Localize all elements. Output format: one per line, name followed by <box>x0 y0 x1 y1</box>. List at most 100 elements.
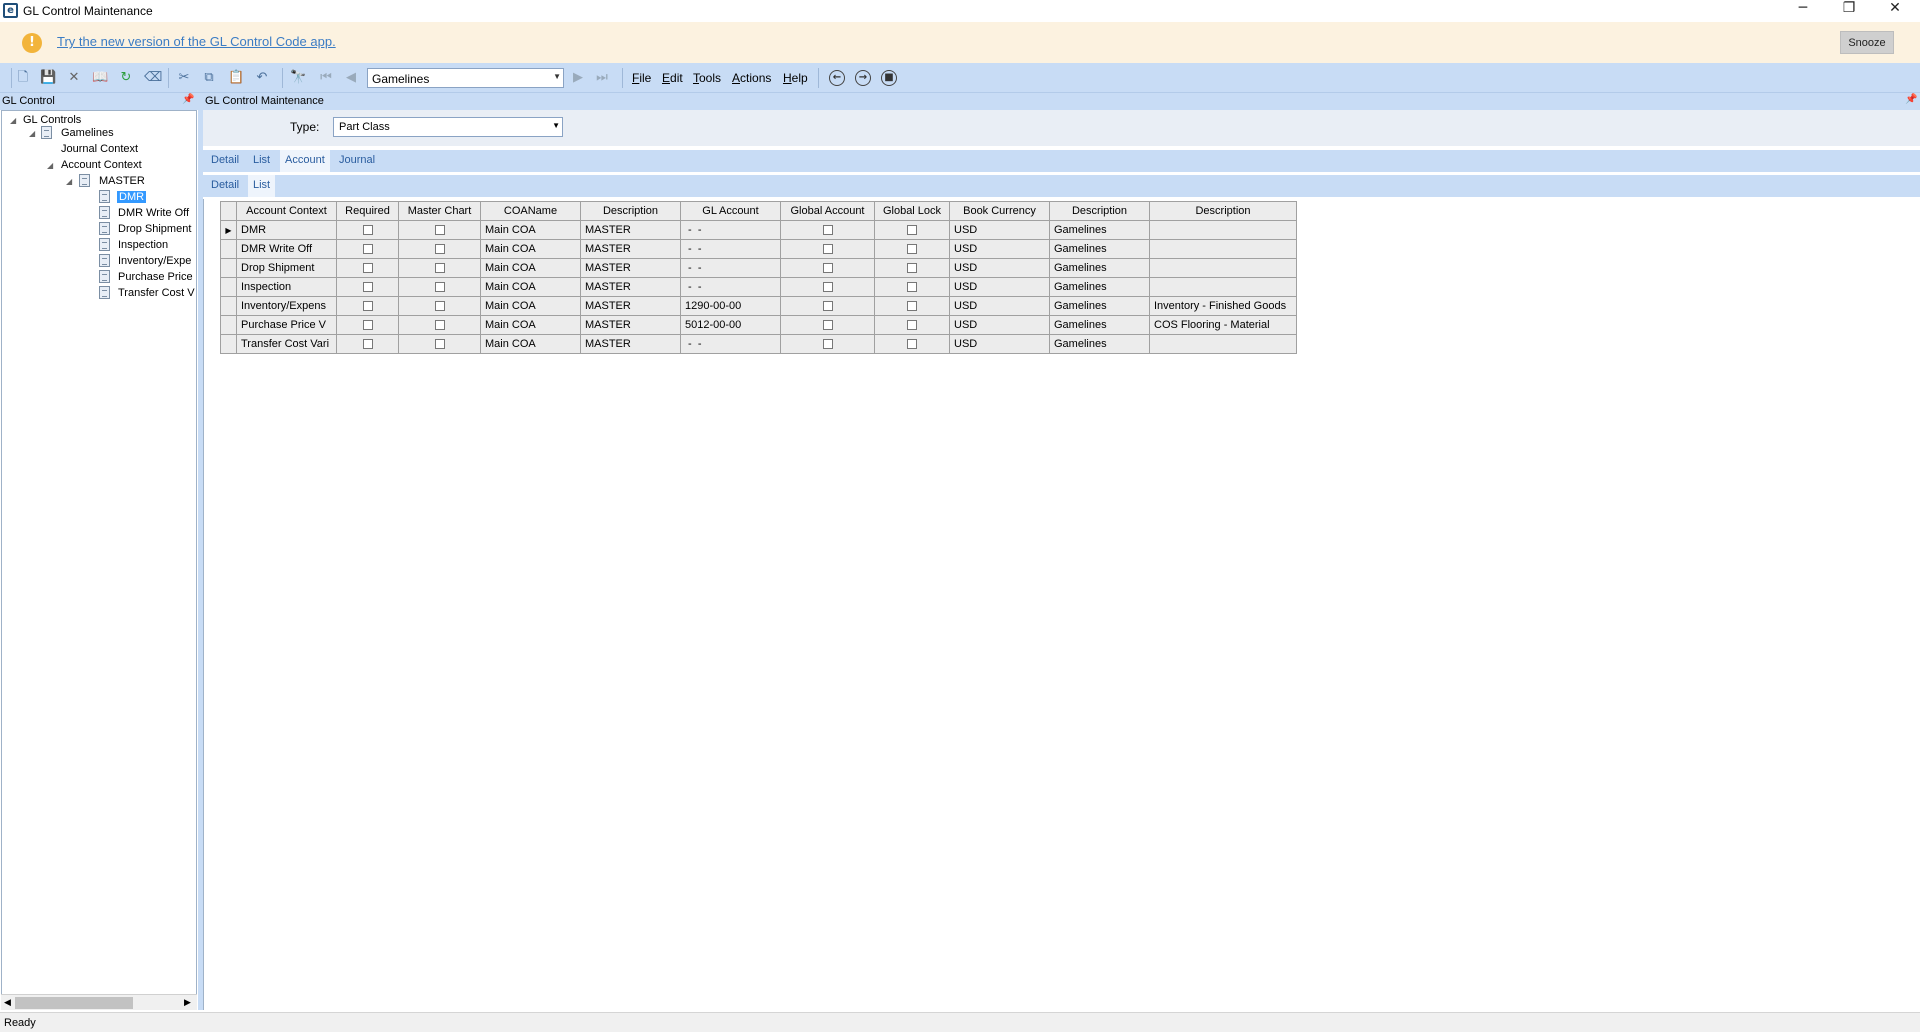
company-combo[interactable]: Gamelines ▼ <box>367 68 564 88</box>
cell-global-account[interactable] <box>780 334 875 354</box>
table-row[interactable]: DMR Write Off Main COA MASTER - - USD Ga… <box>220 239 1297 259</box>
menu-tools[interactable]: Tools <box>693 71 721 85</box>
cell-coaname[interactable]: Main COA <box>480 220 581 240</box>
subtab-list[interactable]: List <box>248 175 276 197</box>
global-account-checkbox[interactable] <box>822 225 833 236</box>
cell-required[interactable] <box>336 277 399 297</box>
cell-coaname[interactable]: Main COA <box>480 296 581 316</box>
forward-icon[interactable]: → <box>855 70 871 86</box>
cell-coaname[interactable]: Main COA <box>480 334 581 354</box>
global-lock-checkbox[interactable] <box>907 263 917 274</box>
cell-global-lock[interactable] <box>874 277 950 297</box>
cell-gl-account[interactable]: - - <box>680 239 781 259</box>
cell-coaname[interactable]: Main COA <box>480 315 581 335</box>
cell-global-lock[interactable] <box>874 258 950 278</box>
tree-node-transfer-cost[interactable]: Transfer Cost V <box>118 287 195 299</box>
cell-account-description[interactable]: COS Flooring - Material <box>1149 315 1297 335</box>
table-row[interactable]: Inventory/Expens Main COA MASTER 1290-00… <box>220 296 1297 316</box>
cell-book-currency[interactable]: USD <box>949 315 1050 335</box>
type-select[interactable]: Part Class ▼ <box>333 117 563 137</box>
cell-account-context[interactable]: Drop Shipment <box>236 258 337 278</box>
cell-master-chart[interactable] <box>398 296 481 316</box>
paste-icon[interactable]: 📋 <box>228 70 244 86</box>
tree-node-drop-shipment[interactable]: Drop Shipment <box>118 223 191 235</box>
cell-description[interactable]: MASTER <box>580 315 681 335</box>
col-coaname[interactable]: COAName <box>480 201 581 221</box>
cell-global-account[interactable] <box>780 239 875 259</box>
table-row[interactable]: Transfer Cost Vari Main COA MASTER - - U… <box>220 334 1297 354</box>
table-row[interactable]: Purchase Price V Main COA MASTER 5012-00… <box>220 315 1297 335</box>
global-account-checkbox[interactable] <box>822 339 833 350</box>
pin-icon[interactable]: 📌 <box>182 94 194 105</box>
required-checkbox[interactable] <box>362 244 373 255</box>
row-selector[interactable] <box>220 277 237 297</box>
snooze-button[interactable]: Snooze <box>1840 31 1894 54</box>
cell-book-currency[interactable]: USD <box>949 296 1050 316</box>
cell-global-lock[interactable] <box>874 220 950 240</box>
cell-coaname[interactable]: Main COA <box>480 258 581 278</box>
previous-record-icon[interactable]: ◀ <box>343 70 359 86</box>
master-chart-checkbox[interactable] <box>434 263 445 274</box>
cell-account-description[interactable] <box>1149 239 1297 259</box>
cell-account-description[interactable] <box>1149 334 1297 354</box>
required-checkbox[interactable] <box>362 282 373 293</box>
master-chart-checkbox[interactable] <box>434 244 445 255</box>
tree-node-gl-controls[interactable]: GL Controls <box>23 114 81 126</box>
cell-global-account[interactable] <box>780 258 875 278</box>
cell-required[interactable] <box>336 239 399 259</box>
cell-global-lock[interactable] <box>874 296 950 316</box>
master-chart-checkbox[interactable] <box>434 225 445 236</box>
row-selector[interactable] <box>220 334 237 354</box>
first-record-icon[interactable]: ⏮ <box>318 70 334 86</box>
cell-global-account[interactable] <box>780 220 875 240</box>
table-row[interactable]: Drop Shipment Main COA MASTER - - USD Ga… <box>220 258 1297 278</box>
master-chart-checkbox[interactable] <box>434 320 445 331</box>
tab-list[interactable]: List <box>253 154 270 166</box>
last-record-icon[interactable]: ⏭ <box>594 70 610 86</box>
tree-node-inventory[interactable]: Inventory/Expe <box>118 255 191 267</box>
global-account-checkbox[interactable] <box>822 263 833 274</box>
refresh-icon[interactable]: ↻ <box>118 70 134 86</box>
col-book-description[interactable]: Description <box>1049 201 1150 221</box>
cell-global-lock[interactable] <box>874 334 950 354</box>
cell-book-description[interactable]: Gamelines <box>1049 277 1150 297</box>
cell-account-description[interactable]: Inventory - Finished Goods <box>1149 296 1297 316</box>
cell-account-description[interactable] <box>1149 258 1297 278</box>
cell-global-lock[interactable] <box>874 315 950 335</box>
cell-master-chart[interactable] <box>398 277 481 297</box>
table-row[interactable]: ▶ DMR Main COA MASTER - - USD Gamelines <box>220 220 1297 240</box>
cell-book-description[interactable]: Gamelines <box>1049 239 1150 259</box>
cell-book-currency[interactable]: USD <box>949 220 1050 240</box>
cell-master-chart[interactable] <box>398 315 481 335</box>
global-lock-checkbox[interactable] <box>907 339 917 350</box>
cell-coaname[interactable]: Main COA <box>480 239 581 259</box>
global-lock-checkbox[interactable] <box>907 301 917 312</box>
restore-button[interactable]: ❐ <box>1826 0 1872 22</box>
tab-journal[interactable]: Journal <box>339 154 375 166</box>
cell-book-description[interactable]: Gamelines <box>1049 296 1150 316</box>
row-selector[interactable] <box>220 258 237 278</box>
attachment-book-icon[interactable]: 📖 <box>92 70 108 86</box>
tree-node-gamelines[interactable]: Gamelines <box>61 127 114 139</box>
menu-file[interactable]: File <box>632 71 651 85</box>
cell-global-lock[interactable] <box>874 239 950 259</box>
col-global-account[interactable]: Global Account <box>780 201 875 221</box>
col-book-currency[interactable]: Book Currency <box>949 201 1050 221</box>
global-account-checkbox[interactable] <box>822 320 833 331</box>
next-record-icon[interactable]: ▶ <box>570 70 586 86</box>
cell-coaname[interactable]: Main COA <box>480 277 581 297</box>
cell-required[interactable] <box>336 334 399 354</box>
cell-gl-account[interactable]: - - <box>680 220 781 240</box>
cell-account-context[interactable]: Inspection <box>236 277 337 297</box>
cell-global-account[interactable] <box>780 277 875 297</box>
col-global-lock[interactable]: Global Lock <box>874 201 950 221</box>
tree-node-purchase-price[interactable]: Purchase Price <box>118 271 193 283</box>
tree-node-journal-context[interactable]: Journal Context <box>61 143 138 155</box>
cell-gl-account[interactable]: 1290-00-00 <box>680 296 781 316</box>
copy-icon[interactable]: ⧉ <box>201 70 217 86</box>
cell-book-currency[interactable]: USD <box>949 334 1050 354</box>
tree-node-dmr[interactable]: DMR <box>117 191 147 203</box>
cell-description[interactable]: MASTER <box>580 239 681 259</box>
required-checkbox[interactable] <box>362 225 373 236</box>
collapse-icon[interactable]: ◢ <box>47 161 53 170</box>
